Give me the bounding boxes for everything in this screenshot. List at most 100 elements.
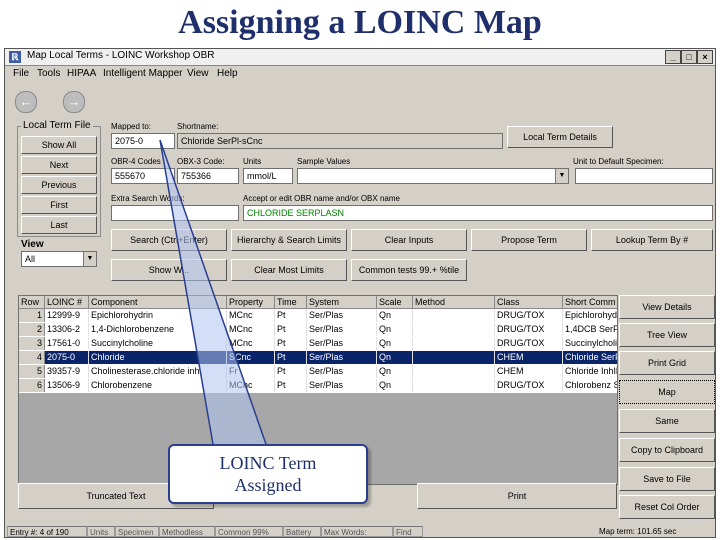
component-cell: 1,4-Dichlorobenzene bbox=[89, 323, 227, 336]
property-cell: MCnc bbox=[227, 379, 275, 392]
map-button[interactable]: Map bbox=[619, 380, 715, 404]
table-row[interactable]: 2 13306-2 1,4-Dichlorobenzene MCnc Pt Se… bbox=[19, 323, 617, 336]
col-header-component[interactable]: Component bbox=[89, 296, 227, 309]
shortname-field[interactable]: Chloride SerPl-sCnc bbox=[177, 133, 503, 149]
obr4-codes-label: OBR-4 Codes bbox=[111, 157, 161, 166]
menu-help[interactable]: Help bbox=[217, 68, 238, 79]
obx3-code-field[interactable]: 755366 bbox=[177, 168, 239, 184]
accept-name-label: Accept or edit OBR name and/or OBX name bbox=[243, 194, 400, 203]
method-cell bbox=[413, 323, 495, 336]
component-cell: Chloride bbox=[89, 351, 227, 364]
table-row[interactable]: 5 39357-9 Cholinesterase.chloride inh Fr… bbox=[19, 365, 617, 378]
show-button[interactable]: Show W... bbox=[111, 259, 227, 281]
status-battery: Battery bbox=[283, 526, 321, 537]
col-header-scale[interactable]: Scale bbox=[377, 296, 413, 309]
copy-to-clipboard-button[interactable]: Copy to Clipboard bbox=[619, 438, 715, 462]
class-cell: DRUG/TOX bbox=[495, 309, 563, 322]
map-term-status: Map term: 101.65 sec bbox=[599, 527, 677, 536]
col-header-time[interactable]: Time bbox=[275, 296, 307, 309]
units-field[interactable]: mmol/L bbox=[243, 168, 293, 184]
mapped-to-field[interactable]: 2075-0 bbox=[111, 133, 175, 149]
search-button[interactable]: Search (Ctrl+Enter) bbox=[111, 229, 227, 251]
last-button[interactable]: Last bbox=[21, 216, 97, 234]
col-header-short-comm[interactable]: Short Comm bbox=[563, 296, 617, 309]
row-number: 2 bbox=[19, 323, 45, 336]
minimize-button[interactable]: _ bbox=[665, 50, 681, 64]
menu-hipaa[interactable]: HIPAA bbox=[67, 68, 96, 79]
lookup-term-by-number-button[interactable]: Lookup Term By # bbox=[591, 229, 713, 251]
status-methodless: Methodless bbox=[159, 526, 215, 537]
component-cell: Succinylcholine bbox=[89, 337, 227, 350]
class-cell: CHEM bbox=[495, 351, 563, 364]
same-button[interactable]: Same bbox=[619, 409, 715, 433]
app-icon: ℝ bbox=[9, 51, 21, 63]
shortname-label: Shortname: bbox=[177, 122, 219, 131]
save-to-file-button[interactable]: Save to File bbox=[619, 467, 715, 491]
propose-term-button[interactable]: Propose Term bbox=[471, 229, 587, 251]
window-title: Map Local Terms - LOINC Workshop OBR bbox=[27, 50, 215, 61]
col-header-row[interactable]: Row bbox=[19, 296, 45, 309]
col-header-property[interactable]: Property bbox=[227, 296, 275, 309]
units-label: Units bbox=[243, 157, 262, 166]
local-term-details-button[interactable]: Local Term Details bbox=[507, 126, 613, 148]
accept-name-field[interactable]: CHLORIDE SERPLASN bbox=[243, 205, 713, 221]
property-cell: Fr bbox=[227, 365, 275, 378]
maximize-button[interactable]: □ bbox=[681, 50, 697, 64]
col-header-method[interactable]: Method bbox=[413, 296, 495, 309]
hierarchy-search-limits-button[interactable]: Hierarchy & Search Limits bbox=[231, 229, 347, 251]
short-comm-cell: Chlorobenz S bbox=[565, 380, 618, 390]
clear-inputs-button[interactable]: Clear Inputs bbox=[351, 229, 467, 251]
menu-view[interactable]: View bbox=[187, 68, 209, 79]
menu-intelligent-mapper[interactable]: Intelligent Mapper bbox=[103, 68, 183, 79]
method-cell bbox=[413, 379, 495, 392]
loinc-cell: 13306-2 bbox=[45, 323, 89, 336]
print-grid-button[interactable]: Print Grid bbox=[619, 351, 715, 375]
back-arrow-icon[interactable]: ← bbox=[15, 91, 37, 113]
tree-view-button[interactable]: Tree View bbox=[619, 323, 715, 347]
next-button[interactable]: Next bbox=[21, 156, 97, 174]
previous-button[interactable]: Previous bbox=[21, 176, 97, 194]
table-row[interactable]: 6 13506-9 Chlorobenzene MCnc Pt Ser/Plas… bbox=[19, 379, 618, 392]
sample-values-label: Sample Values bbox=[297, 157, 351, 166]
menu-tools[interactable]: Tools bbox=[37, 68, 60, 79]
clear-most-limits-button[interactable]: Clear Most Limits bbox=[231, 259, 347, 281]
table-row[interactable]: 3 17561-0 Succinylcholine MCnc Pt Ser/Pl… bbox=[19, 337, 617, 350]
col-header-class[interactable]: Class bbox=[495, 296, 563, 309]
loinc-cell: 39357-9 bbox=[45, 365, 89, 378]
chevron-down-icon[interactable]: ▼ bbox=[555, 169, 568, 183]
entry-status: Entry #: 4 of 190 bbox=[7, 526, 87, 537]
system-cell: Ser/Plas bbox=[307, 337, 377, 350]
time-cell: Pt bbox=[275, 323, 307, 336]
row-number: 5 bbox=[19, 365, 45, 378]
col-header-system[interactable]: System bbox=[307, 296, 377, 309]
view-select[interactable]: All ▼ bbox=[21, 251, 97, 267]
sample-values-select[interactable]: ▼ bbox=[297, 168, 569, 184]
common-tests-button[interactable]: Common tests 99.+ %tile bbox=[351, 259, 467, 281]
chevron-down-icon[interactable]: ▼ bbox=[83, 252, 96, 266]
first-button[interactable]: First bbox=[21, 196, 97, 214]
extra-search-words-field[interactable] bbox=[111, 205, 239, 221]
slide-title: Assigning a LOINC Map bbox=[178, 4, 542, 41]
short-comm-cell: Epichlorohyd bbox=[565, 310, 618, 320]
obr4-codes-field[interactable]: 555670 bbox=[111, 168, 175, 184]
show-all-button[interactable]: Show All bbox=[21, 136, 97, 154]
forward-arrow-icon[interactable]: → bbox=[63, 91, 85, 113]
unit-default-specimen-field[interactable] bbox=[575, 168, 713, 184]
reset-col-order-button[interactable]: Reset Col Order bbox=[619, 495, 715, 519]
print-button[interactable]: Print bbox=[417, 483, 617, 509]
class-cell: CHEM bbox=[495, 365, 563, 378]
class-cell: DRUG/TOX bbox=[495, 379, 563, 392]
table-row[interactable]: 1 12999-9 Epichlorohydrin MCnc Pt Ser/Pl… bbox=[19, 309, 618, 322]
table-row-selected[interactable]: 4 2075-0 Chloride SCnc Pt Ser/Plas Qn CH… bbox=[19, 351, 617, 364]
system-cell: Ser/Plas bbox=[307, 351, 377, 364]
menu-file[interactable]: File bbox=[13, 68, 29, 79]
component-cell: Chlorobenzene bbox=[89, 379, 227, 392]
component-cell: Epichlorohydrin bbox=[89, 309, 227, 322]
col-header-loinc[interactable]: LOINC # bbox=[45, 296, 89, 309]
loinc-cell: 12999-9 bbox=[45, 309, 89, 322]
title-bar: ℝ Map Local Terms - LOINC Workshop OBR _… bbox=[5, 49, 715, 66]
close-button[interactable]: × bbox=[697, 50, 713, 64]
loinc-cell: 17561-0 bbox=[45, 337, 89, 350]
view-details-button[interactable]: View Details bbox=[619, 295, 715, 319]
property-cell: MCnc bbox=[227, 337, 275, 350]
